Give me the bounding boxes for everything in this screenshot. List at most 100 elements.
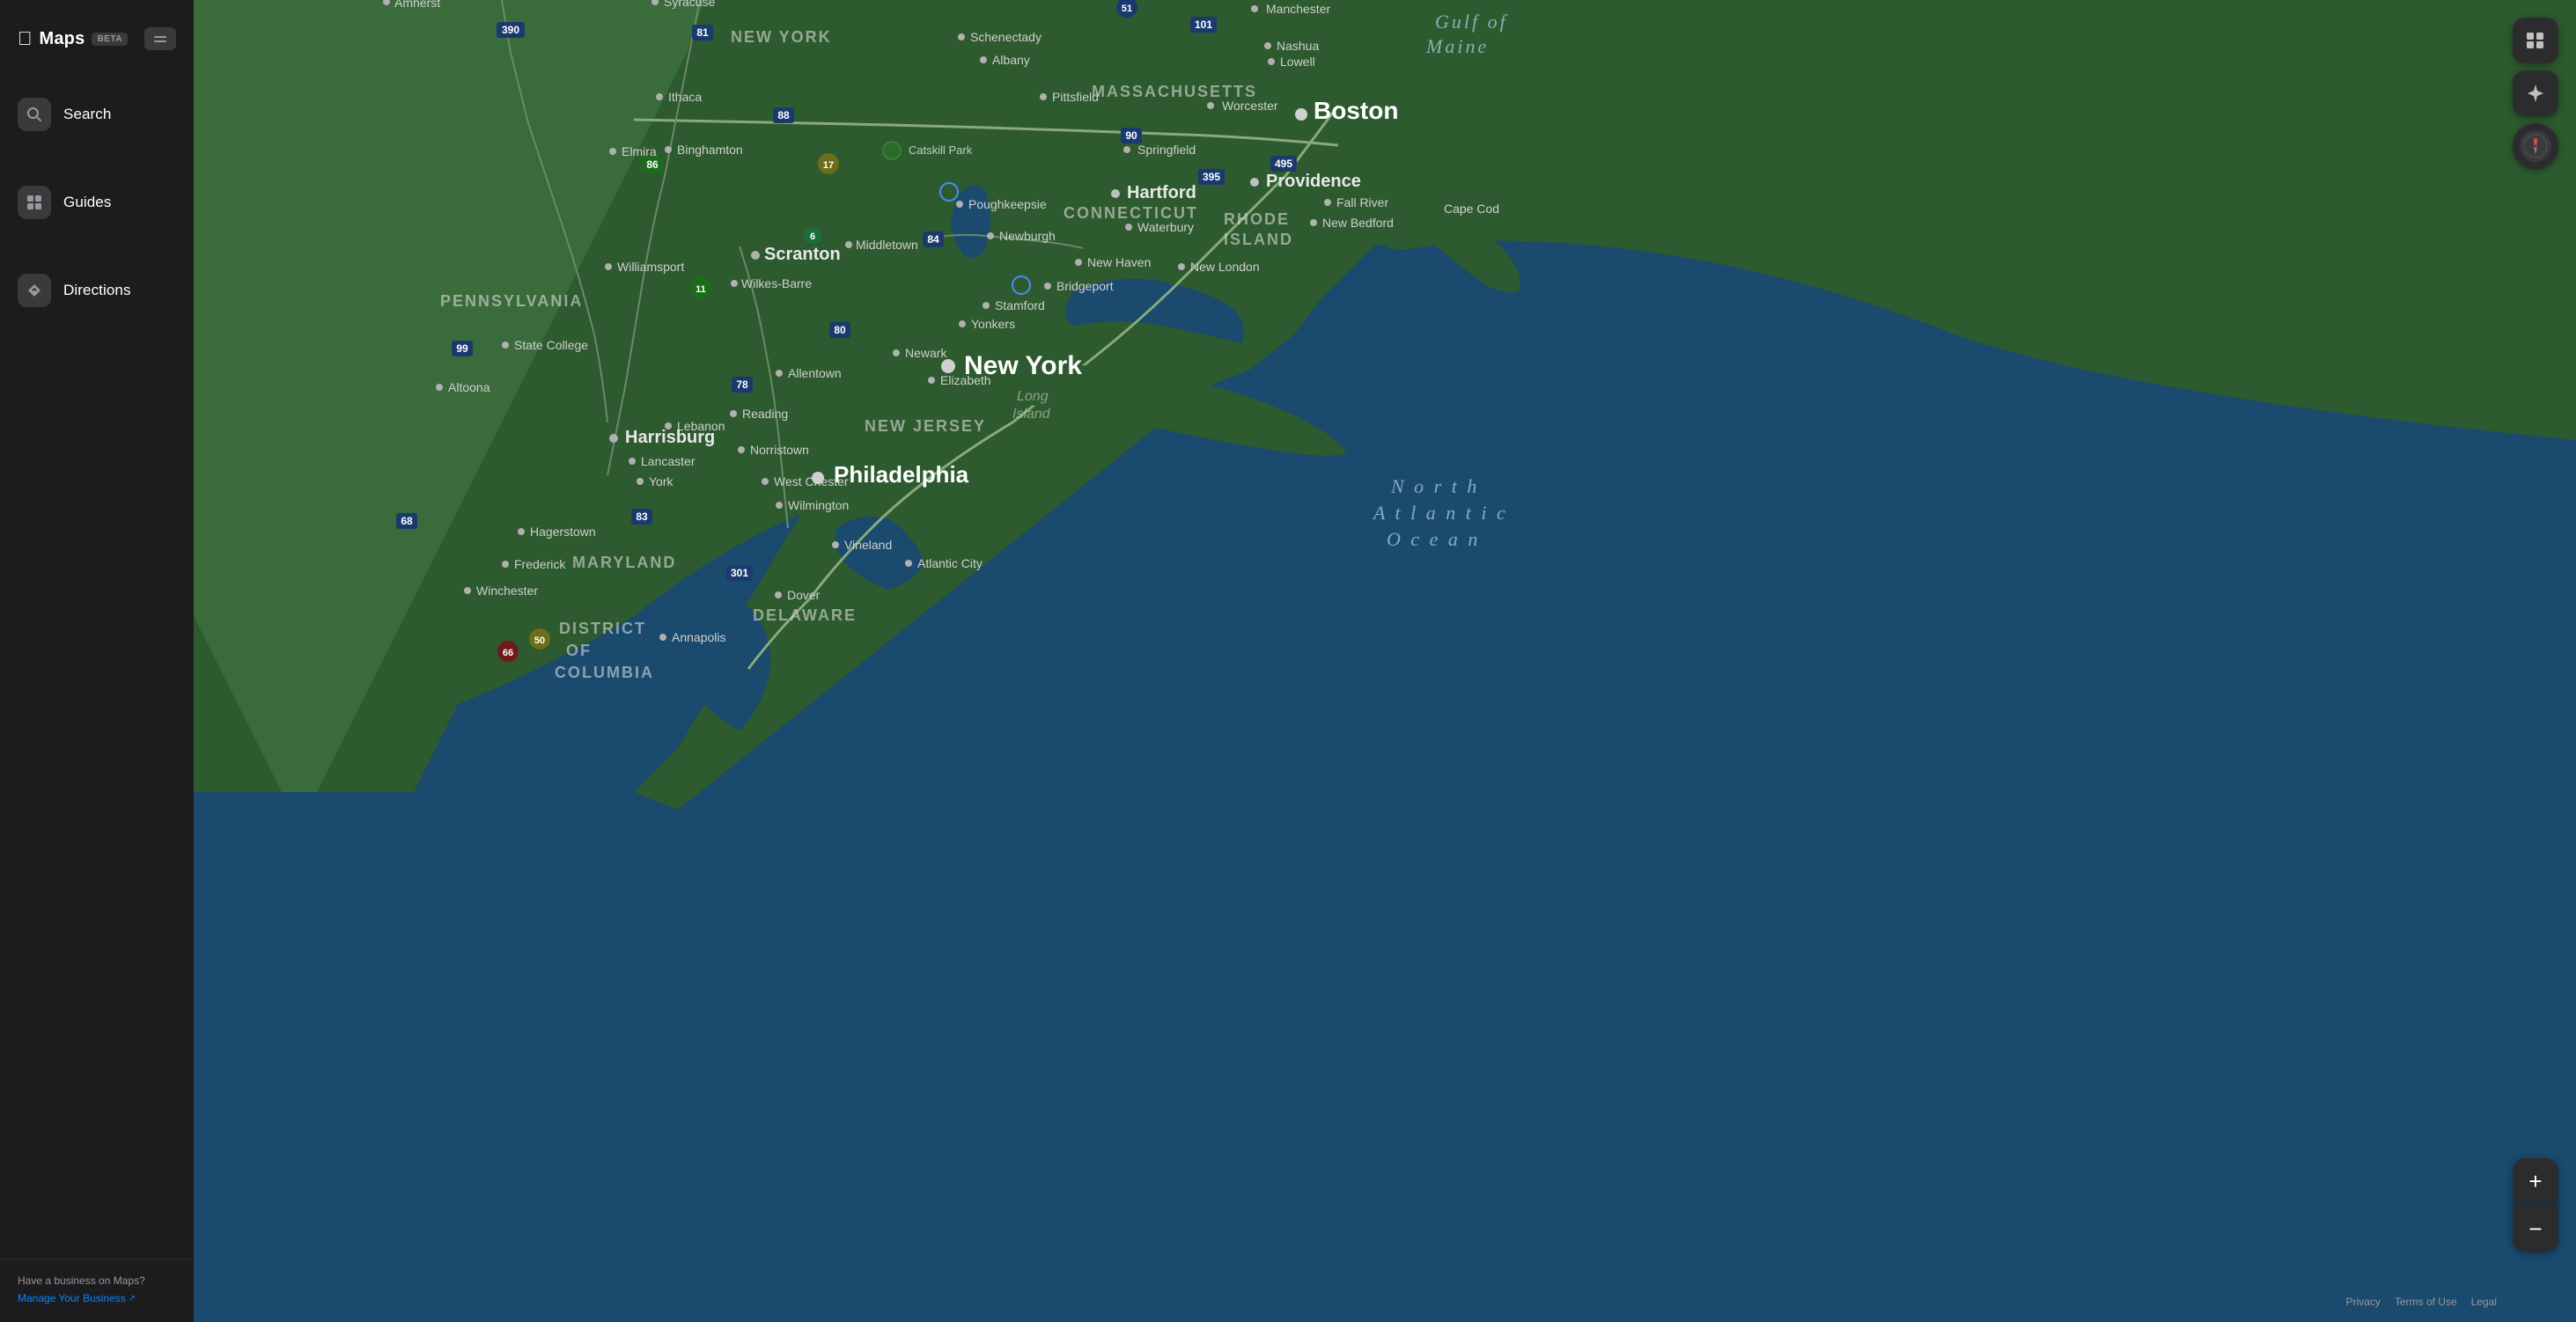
sidebar:  Maps BETA Search — [0, 0, 194, 1322]
svg-text:CONNECTICUT: CONNECTICUT — [1064, 204, 1198, 222]
svg-text:Springfield: Springfield — [1137, 143, 1196, 157]
svg-text:RHODE: RHODE — [1224, 210, 1290, 228]
svg-text:Syracuse: Syracuse — [664, 0, 716, 9]
svg-text:PENNSYLVANIA: PENNSYLVANIA — [440, 292, 583, 310]
svg-text:State College: State College — [514, 338, 588, 352]
sidebar-item-guides[interactable]: Guides — [0, 158, 194, 246]
zoom-out-button[interactable]: − — [2513, 1206, 2558, 1252]
svg-text:Harrisburg: Harrisburg — [625, 428, 715, 447]
svg-text:Nashua: Nashua — [1277, 39, 1319, 53]
svg-text:101: 101 — [1195, 18, 1212, 31]
svg-text:Newburgh: Newburgh — [999, 229, 1056, 243]
svg-text:West Chester: West Chester — [774, 474, 849, 488]
svg-text:Manchester: Manchester — [1266, 2, 1330, 16]
svg-text:Newark: Newark — [905, 346, 947, 360]
svg-text:Vineland: Vineland — [844, 538, 892, 552]
terms-link[interactable]: Terms of Use — [2395, 1296, 2457, 1308]
svg-text:Elmira: Elmira — [622, 144, 657, 158]
external-link-icon: ↗ — [129, 1294, 136, 1304]
svg-text:Middletown: Middletown — [856, 238, 918, 252]
svg-text:Bridgeport: Bridgeport — [1056, 279, 1114, 293]
svg-text:Allentown: Allentown — [788, 366, 842, 380]
svg-text:390: 390 — [502, 24, 519, 36]
map-svg: .ocean { fill: #1a4a6e; } .land { fill: … — [194, 0, 2576, 1322]
svg-text:50: 50 — [534, 635, 545, 646]
svg-text:Atlantic City: Atlantic City — [917, 556, 983, 570]
sidebar-item-directions[interactable]: Directions — [0, 246, 194, 334]
svg-text:MASSACHUSETTS: MASSACHUSETTS — [1092, 83, 1257, 100]
map-footer: Privacy Terms of Use Legal — [2346, 1296, 2497, 1308]
svg-text:Philadelphia: Philadelphia — [834, 461, 969, 488]
svg-text:DELAWARE: DELAWARE — [753, 606, 857, 624]
sidebar-toggle-button[interactable] — [144, 27, 176, 50]
svg-text:6: 6 — [810, 231, 815, 242]
location-button[interactable] — [2513, 70, 2558, 116]
apple-logo-icon:  — [18, 29, 33, 48]
svg-text:88: 88 — [777, 109, 790, 121]
svg-text:Schenectady: Schenectady — [970, 30, 1041, 44]
search-nav-icon — [18, 98, 51, 131]
svg-text:Amherst: Amherst — [394, 0, 440, 10]
svg-text:Wilkes-Barre: Wilkes-Barre — [741, 276, 812, 290]
guides-nav-label: Guides — [63, 194, 111, 211]
svg-text:OF: OF — [566, 642, 592, 659]
svg-text:78: 78 — [736, 378, 748, 391]
svg-text:Norristown: Norristown — [750, 443, 809, 457]
layers-button[interactable] — [2513, 18, 2558, 63]
svg-text:11: 11 — [696, 284, 706, 295]
svg-text:Poughkeepsie: Poughkeepsie — [968, 197, 1047, 211]
svg-text:495: 495 — [1275, 158, 1292, 170]
svg-text:17: 17 — [823, 160, 834, 171]
svg-text:83: 83 — [636, 510, 648, 523]
sidebar-item-search[interactable]: Search — [0, 70, 194, 158]
svg-text:395: 395 — [1203, 171, 1220, 183]
svg-text:Wilmington: Wilmington — [788, 498, 849, 512]
map-container[interactable]: .ocean { fill: #1a4a6e; } .land { fill: … — [194, 0, 2576, 1322]
compass-button[interactable]: N — [2513, 123, 2558, 169]
svg-text:Lowell: Lowell — [1280, 55, 1315, 69]
legal-link[interactable]: Legal — [2471, 1296, 2497, 1308]
svg-text:New Bedford: New Bedford — [1322, 216, 1394, 230]
app-title: Maps — [40, 29, 85, 49]
manage-business-link[interactable]: Manage Your Business ↗ — [18, 1292, 176, 1304]
svg-text:A t l a n t i c: A t l a n t i c — [1372, 502, 1508, 524]
directions-nav-label: Directions — [63, 282, 131, 299]
svg-text:Reading: Reading — [742, 407, 788, 421]
svg-text:Williamsport: Williamsport — [617, 260, 684, 274]
svg-text:Frederick: Frederick — [514, 557, 566, 571]
svg-text:99: 99 — [456, 342, 468, 355]
svg-text:N o r t h: N o r t h — [1390, 475, 1479, 497]
svg-text:Long: Long — [1017, 389, 1049, 404]
svg-text:Maine: Maine — [1425, 35, 1489, 57]
svg-text:ISLAND: ISLAND — [1224, 231, 1293, 248]
map-controls: N — [2513, 18, 2558, 169]
zoom-in-button[interactable]: + — [2513, 1158, 2558, 1204]
svg-text:81: 81 — [696, 26, 709, 39]
svg-text:N: N — [2533, 138, 2537, 144]
svg-text:NEW JERSEY: NEW JERSEY — [865, 417, 986, 435]
svg-text:Hagerstown: Hagerstown — [530, 525, 596, 539]
svg-text:Dover: Dover — [787, 588, 821, 602]
svg-text:66: 66 — [503, 648, 513, 658]
svg-text:Scranton: Scranton — [764, 245, 841, 264]
svg-text:51: 51 — [1122, 4, 1132, 14]
svg-text:Binghamton: Binghamton — [677, 143, 743, 157]
search-nav-label: Search — [63, 106, 111, 123]
svg-text:Winchester: Winchester — [476, 584, 538, 598]
guides-nav-icon — [18, 186, 51, 219]
svg-text:Stamford: Stamford — [995, 298, 1045, 312]
svg-text:Lancaster: Lancaster — [641, 454, 696, 468]
svg-text:90: 90 — [1125, 129, 1137, 142]
privacy-link[interactable]: Privacy — [2346, 1296, 2381, 1308]
svg-text:Yonkers: Yonkers — [971, 317, 1015, 331]
svg-text:Boston: Boston — [1314, 97, 1398, 124]
svg-text:Albany: Albany — [992, 53, 1030, 67]
svg-text:68: 68 — [401, 515, 413, 527]
svg-text:Hartford: Hartford — [1127, 183, 1196, 202]
svg-text:Ithaca: Ithaca — [668, 90, 702, 104]
business-banner: Have a business on Maps? Manage Your Bus… — [0, 1259, 194, 1322]
svg-text:NEW YORK: NEW YORK — [731, 28, 832, 46]
svg-text:301: 301 — [731, 567, 748, 579]
svg-text:Altoona: Altoona — [448, 380, 490, 394]
svg-text:Providence: Providence — [1266, 172, 1361, 191]
